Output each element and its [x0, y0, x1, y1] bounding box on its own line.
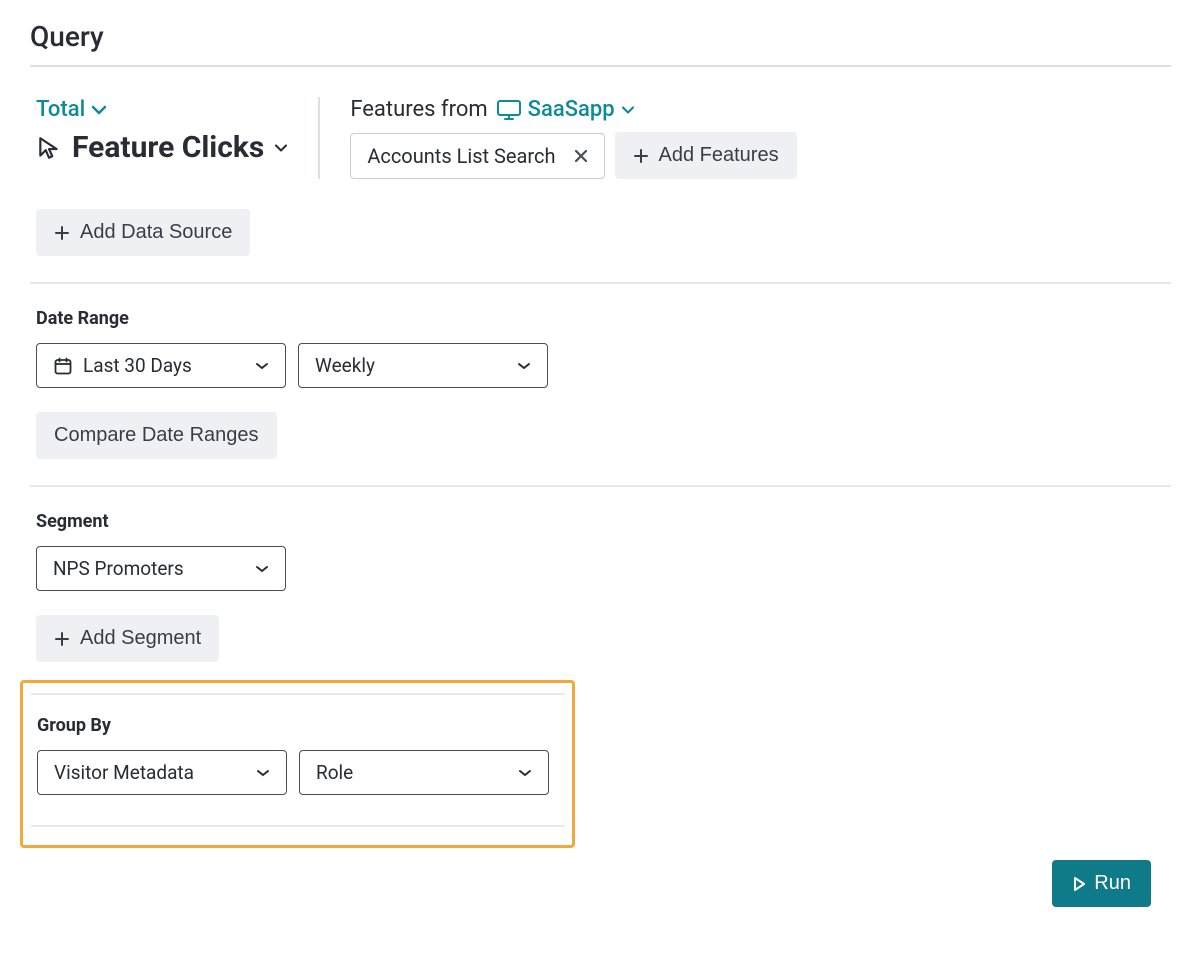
chevron-down-icon	[517, 362, 531, 370]
add-data-source-button[interactable]: Add Data Source	[36, 209, 250, 256]
add-features-label: Add Features	[659, 144, 779, 167]
group-by-source-value: Visitor Metadata	[54, 761, 194, 784]
features-from-row: Features from SaaSapp	[350, 97, 796, 122]
run-label: Run	[1094, 872, 1131, 895]
add-features-button[interactable]: Add Features	[615, 132, 797, 179]
remove-feature-button[interactable]	[574, 149, 588, 163]
cursor-icon	[36, 135, 62, 161]
segment-label: Segment	[36, 511, 1171, 532]
chevron-down-icon	[255, 565, 269, 573]
feature-chip-label: Accounts List Search	[367, 144, 555, 168]
segment-section: Segment NPS Promoters Add Segment	[30, 487, 1171, 684]
run-button[interactable]: Run	[1052, 860, 1151, 907]
chevron-down-icon	[518, 769, 532, 777]
group-by-label: Group By	[37, 715, 564, 736]
segment-select[interactable]: NPS Promoters	[36, 546, 286, 591]
chevron-down-icon	[91, 104, 107, 116]
group-by-field-value: Role	[316, 761, 353, 784]
group-by-field-select[interactable]: Role	[299, 750, 549, 795]
features-from-label: Features from	[350, 97, 487, 122]
app-selector[interactable]: SaaSapp	[496, 97, 635, 122]
date-range-select[interactable]: Last 30 Days	[36, 343, 286, 388]
divider	[31, 825, 564, 827]
chevron-down-icon	[621, 105, 635, 115]
feature-chip: Accounts List Search	[350, 133, 604, 179]
chevron-down-icon	[274, 143, 288, 153]
date-range-label: Date Range	[36, 308, 1171, 329]
calendar-icon	[53, 356, 73, 376]
plus-icon	[54, 631, 70, 647]
play-icon	[1072, 876, 1086, 892]
segment-value: NPS Promoters	[53, 557, 184, 580]
aggregation-dropdown[interactable]: Total	[36, 97, 288, 122]
compare-date-ranges-label: Compare Date Ranges	[54, 424, 259, 447]
plus-icon	[633, 148, 649, 164]
plus-icon	[54, 225, 70, 241]
group-by-highlight: Group By Visitor Metadata Role	[20, 680, 575, 848]
close-icon	[574, 149, 588, 163]
granularity-select[interactable]: Weekly	[298, 343, 548, 388]
add-segment-label: Add Segment	[80, 627, 201, 650]
add-data-source-label: Add Data Source	[80, 221, 232, 244]
metric-label: Feature Clicks	[72, 130, 264, 165]
granularity-value: Weekly	[315, 354, 375, 377]
metric-selector[interactable]: Feature Clicks	[36, 130, 288, 165]
data-source-section: Total Feature Clicks Features from SaaSa…	[30, 67, 1171, 282]
page-title: Query	[30, 20, 1171, 53]
compare-date-ranges-button[interactable]: Compare Date Ranges	[36, 412, 277, 459]
app-name: SaaSapp	[528, 97, 615, 122]
aggregation-label: Total	[36, 97, 85, 122]
divider	[31, 693, 564, 695]
chevron-down-icon	[256, 769, 270, 777]
monitor-icon	[496, 99, 522, 121]
date-range-value: Last 30 Days	[83, 354, 192, 377]
date-range-section: Date Range Last 30 Days Weekly Compare D…	[30, 284, 1171, 485]
add-segment-button[interactable]: Add Segment	[36, 615, 219, 662]
chevron-down-icon	[255, 362, 269, 370]
group-by-source-select[interactable]: Visitor Metadata	[37, 750, 287, 795]
